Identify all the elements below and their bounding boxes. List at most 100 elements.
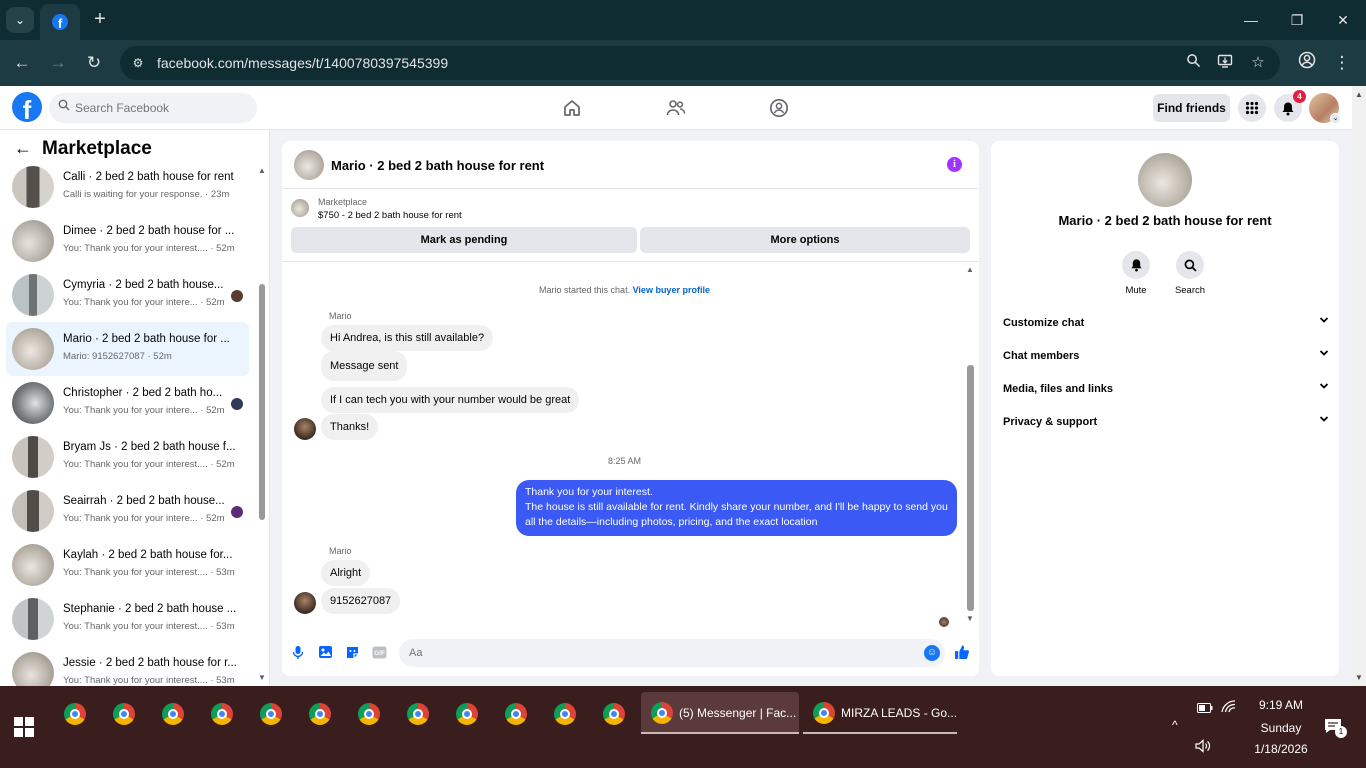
search-action[interactable]: Search [1170,251,1210,296]
site-settings-icon[interactable]: ⚙ [128,53,148,73]
mute-action[interactable]: Mute [1116,251,1156,296]
chrome-taskbar-icon[interactable] [53,694,97,734]
scroll-down-arrow-icon[interactable]: ▼ [1355,673,1363,682]
privacy-support-section[interactable]: Privacy & support [1003,411,1329,433]
conversation-item[interactable]: Kaylah · 2 bed 2 bath house for... You: … [6,538,249,592]
info-icon[interactable]: i [947,157,962,172]
show-hidden-icons-chevron-up-icon[interactable]: ^ [1172,718,1178,732]
conversation-item-active[interactable]: Mario · 2 bed 2 bath house for ... Mario… [6,322,249,376]
chrome-taskbar-icon[interactable] [102,694,146,734]
incoming-message[interactable]: Alright [321,560,371,586]
groups-tab[interactable] [767,96,791,120]
notification-center-icon[interactable]: 1 [1324,718,1347,738]
incoming-message[interactable]: Message sent [321,351,408,381]
chrome-taskbar-icon[interactable] [200,694,244,734]
message-input-wrapper[interactable]: ☺ [399,639,945,667]
back-button[interactable]: ← [10,51,34,75]
sidebar-scrollbar[interactable]: ▲ ▼ [257,166,267,682]
chat-title[interactable]: Mario · 2 bed 2 bath house for rent [331,158,544,173]
conversation-item[interactable]: Christopher · 2 bed 2 bath ho... You: Th… [6,376,249,430]
forward-button[interactable]: → [46,51,70,75]
close-window-button[interactable]: ✕ [1320,6,1366,34]
chrome-taskbar-icon[interactable] [347,694,391,734]
photo-icon[interactable] [317,644,333,660]
install-app-icon[interactable] [1215,53,1235,73]
new-tab-button[interactable]: + [88,8,112,32]
chrome-taskbar-icon[interactable] [151,694,195,734]
more-options-button[interactable]: More options [640,227,970,253]
conversation-item[interactable]: Jessie · 2 bed 2 bath house for r... You… [6,646,249,686]
chrome-taskbar-icon[interactable] [592,694,636,734]
sender-avatar[interactable] [294,592,316,614]
like-thumb-icon[interactable] [954,644,970,660]
conversation-item[interactable]: Dimee · 2 bed 2 bath house for ... You: … [6,214,249,268]
conversation-item[interactable]: Stephanie · 2 bed 2 bath house ... You: … [6,592,249,646]
clock-time[interactable]: 9:19 AM [1236,698,1326,712]
emoji-icon[interactable]: ☺ [924,645,940,661]
chat-members-section[interactable]: Chat members [1003,345,1329,367]
incoming-message[interactable]: Hi Andrea, is this still available? [321,325,494,351]
chevron-down-icon[interactable]: ⌄ [1330,113,1341,124]
windows-start-icon[interactable] [14,717,34,737]
chrome-taskbar-icon[interactable] [249,694,293,734]
media-files-links-section[interactable]: Media, files and links [1003,378,1329,400]
battery-icon[interactable] [1197,702,1213,716]
scrollbar-thumb[interactable] [967,365,974,611]
facebook-logo-icon[interactable]: f [12,92,42,122]
minimize-button[interactable]: — [1228,6,1274,34]
search-icon[interactable] [1176,251,1204,279]
chrome-taskbar-icon[interactable] [445,694,489,734]
taskbar-window-leads[interactable]: MIRZA LEADS - Go... [803,692,957,734]
listing-thumbnail[interactable] [291,199,309,217]
incoming-message[interactable]: 9152627087 [321,588,401,614]
conversation-item[interactable]: Seairrah · 2 bed 2 bath house... You: Th… [6,484,249,538]
url-text[interactable]: facebook.com/messages/t/1400780397545399 [157,55,448,71]
scroll-up-arrow-icon[interactable]: ▲ [1355,90,1363,99]
scroll-up-arrow-icon[interactable]: ▲ [258,166,266,175]
profile-button[interactable] [1295,51,1319,75]
listing-price[interactable]: $750 - 2 bed 2 bath house for rent [318,210,462,221]
scroll-up-arrow-icon[interactable]: ▲ [966,265,974,274]
bookmark-star-icon[interactable]: ☆ [1248,53,1268,73]
clock-date[interactable]: 1/18/2026 [1236,742,1326,756]
gif-icon[interactable]: GIF [371,644,387,660]
scroll-down-arrow-icon[interactable]: ▼ [966,614,974,623]
clock-day[interactable]: Sunday [1236,721,1326,735]
customize-chat-section[interactable]: Customize chat [1003,312,1329,334]
sender-avatar[interactable] [294,418,316,440]
microphone-icon[interactable] [290,644,306,660]
facebook-search-input[interactable] [75,93,250,123]
incoming-message[interactable]: If I can tech you with your number would… [321,387,580,413]
chrome-taskbar-icon[interactable] [298,694,342,734]
back-arrow-icon[interactable]: ← [14,138,32,159]
zoom-icon[interactable] [1183,53,1203,73]
menu-button[interactable] [1238,94,1266,122]
restore-button[interactable]: ❐ [1274,6,1320,34]
incoming-message[interactable]: Thanks! [321,414,379,440]
chat-avatar[interactable] [294,150,324,180]
scroll-down-arrow-icon[interactable]: ▼ [258,673,266,682]
wifi-icon[interactable] [1221,700,1237,717]
home-tab[interactable] [560,96,584,120]
conversation-item[interactable]: Bryam Js · 2 bed 2 bath house f... You: … [6,430,249,484]
conversation-item[interactable]: Cymyria · 2 bed 2 bath house... You: Tha… [6,268,249,322]
chrome-taskbar-icon[interactable] [543,694,587,734]
chrome-taskbar-icon[interactable] [494,694,538,734]
browser-menu-button[interactable]: ⋮ [1330,51,1354,75]
address-bar[interactable]: ⚙ facebook.com/messages/t/14007803975453… [120,46,1280,80]
browser-tab-messenger[interactable]: f [40,4,80,40]
volume-icon[interactable] [1195,739,1211,756]
chrome-taskbar-icon[interactable] [396,694,440,734]
scrollbar-thumb[interactable] [259,284,265,520]
find-friends-button[interactable]: Find friends [1153,94,1230,122]
message-scrollbar[interactable]: ▲ ▼ [965,265,977,623]
friends-tab[interactable] [664,96,688,120]
taskbar-window-messenger[interactable]: (5) Messenger | Fac... [641,692,799,734]
reload-button[interactable]: ↻ [82,51,106,75]
sticker-icon[interactable] [344,644,360,660]
message-input[interactable] [409,639,909,667]
page-scrollbar[interactable]: ▲ ▼ [1352,86,1366,686]
info-avatar[interactable] [1138,153,1192,207]
mark-as-pending-button[interactable]: Mark as pending [291,227,637,253]
conversation-item[interactable]: Calli · 2 bed 2 bath house for rent Call… [6,160,249,214]
